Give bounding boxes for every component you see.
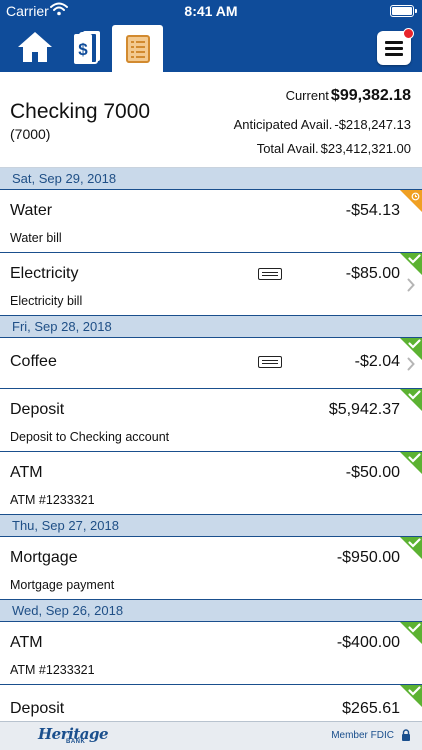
transaction-amount: -$950.00 [336, 549, 400, 566]
transaction-title: Mortgage [10, 549, 78, 566]
transaction-row[interactable]: ATM -$400.00 ATM #1233321 [0, 622, 422, 685]
transactions-icon [125, 34, 150, 63]
transaction-row[interactable]: Water -$54.13 Water bill [0, 190, 422, 253]
cleared-check-icon [400, 338, 422, 360]
current-balance-label: Current [285, 88, 329, 103]
transaction-title: ATM [10, 464, 43, 481]
date-header: Thu, Sep 27, 2018 [0, 515, 422, 537]
date-header: Fri, Sep 28, 2018 [0, 316, 422, 338]
tab-home[interactable] [12, 25, 58, 69]
transaction-amount: -$85.00 [345, 265, 400, 282]
fdic-label: Member FDIC [331, 730, 394, 741]
current-balance: Current $99,382.18 [286, 87, 411, 105]
svg-text:$: $ [78, 40, 88, 59]
cleared-check-icon [400, 389, 422, 411]
battery-icon [390, 5, 417, 17]
bank-logo-subtext: BANK [66, 739, 86, 745]
transaction-amount: -$400.00 [336, 634, 400, 651]
date-header: Wed, Sep 26, 2018 [0, 600, 422, 622]
transaction-description: Deposit to Checking account [10, 430, 170, 444]
total-balance-label: Total Avail. [256, 141, 319, 156]
transaction-row[interactable]: Deposit $265.61 [0, 685, 422, 721]
transaction-amount: -$50.00 [345, 464, 400, 481]
account-header: Checking 7000 (7000) Current $99,382.18 A… [0, 72, 422, 168]
transaction-row[interactable]: Deposit $5,942.37 Deposit to Checking acco… [0, 389, 422, 452]
transaction-row[interactable]: Mortgage -$950.00 Mortgage payment [0, 537, 422, 600]
footer: Heritage BANK Member FDIC [0, 721, 422, 750]
anticipated-balance: Anticipated Avail. -$218,247.13 [234, 117, 411, 132]
cleared-check-icon [400, 452, 422, 474]
receipt-icon[interactable] [258, 268, 282, 280]
receipt-icon[interactable] [258, 356, 282, 368]
transaction-description: Water bill [10, 231, 62, 245]
current-balance-amount: $99,382.18 [330, 87, 411, 104]
transaction-description: ATM #1233321 [10, 663, 95, 677]
cleared-check-icon [400, 622, 422, 644]
pending-clock-icon [400, 190, 422, 212]
transaction-amount: $5,942.37 [328, 401, 400, 418]
transaction-row[interactable]: Coffee -$2.04 [0, 338, 422, 389]
total-balance: Total Avail. $23,412,321.00 [257, 141, 411, 156]
transaction-title: Electricity [10, 265, 79, 282]
notification-badge [403, 28, 414, 39]
transaction-amount: -$54.13 [345, 202, 400, 219]
transaction-amount: $265.61 [342, 700, 400, 717]
cleared-check-icon [400, 537, 422, 559]
transaction-list[interactable]: Sat, Sep 29, 2018 Water -$54.13 Water bill E… [0, 168, 422, 721]
cleared-check-icon [400, 685, 422, 707]
nav-header: $ [0, 22, 422, 72]
cleared-check-icon [400, 253, 422, 275]
transaction-title: Deposit [10, 401, 65, 418]
transaction-title: Deposit [10, 700, 65, 717]
lock-icon [402, 729, 410, 741]
transaction-row[interactable]: ATM -$50.00 ATM #1233321 [0, 452, 422, 515]
home-icon [18, 32, 52, 62]
transaction-description: ATM #1233321 [10, 493, 95, 507]
total-balance-amount: $23,412,321.00 [320, 141, 411, 156]
status-bar: Carrier 8:41 AM [0, 0, 422, 22]
transaction-description: Mortgage payment [10, 578, 115, 592]
clock: 8:41 AM [184, 3, 238, 19]
accounts-icon: $ [74, 31, 100, 64]
transaction-description: Electricity bill [10, 294, 83, 308]
chevron-right-icon[interactable] [407, 278, 415, 292]
transaction-row[interactable]: Electricity -$85.00 Electricity bill [0, 253, 422, 316]
tab-transactions[interactable] [112, 25, 163, 72]
hamburger-menu-icon [385, 40, 403, 56]
account-number: (7000) [10, 126, 51, 142]
transaction-amount: -$2.04 [354, 353, 400, 370]
account-name: Checking 7000 [10, 100, 151, 123]
transaction-title: Water [10, 202, 53, 219]
date-header: Sat, Sep 29, 2018 [0, 168, 422, 190]
anticipated-balance-label: Anticipated Avail. [233, 117, 333, 132]
menu-button[interactable] [377, 28, 414, 65]
transaction-title: ATM [10, 634, 43, 651]
tab-accounts[interactable]: $ [63, 25, 109, 69]
anticipated-balance-amount: -$218,247.13 [334, 117, 411, 132]
transaction-title: Coffee [10, 353, 57, 370]
